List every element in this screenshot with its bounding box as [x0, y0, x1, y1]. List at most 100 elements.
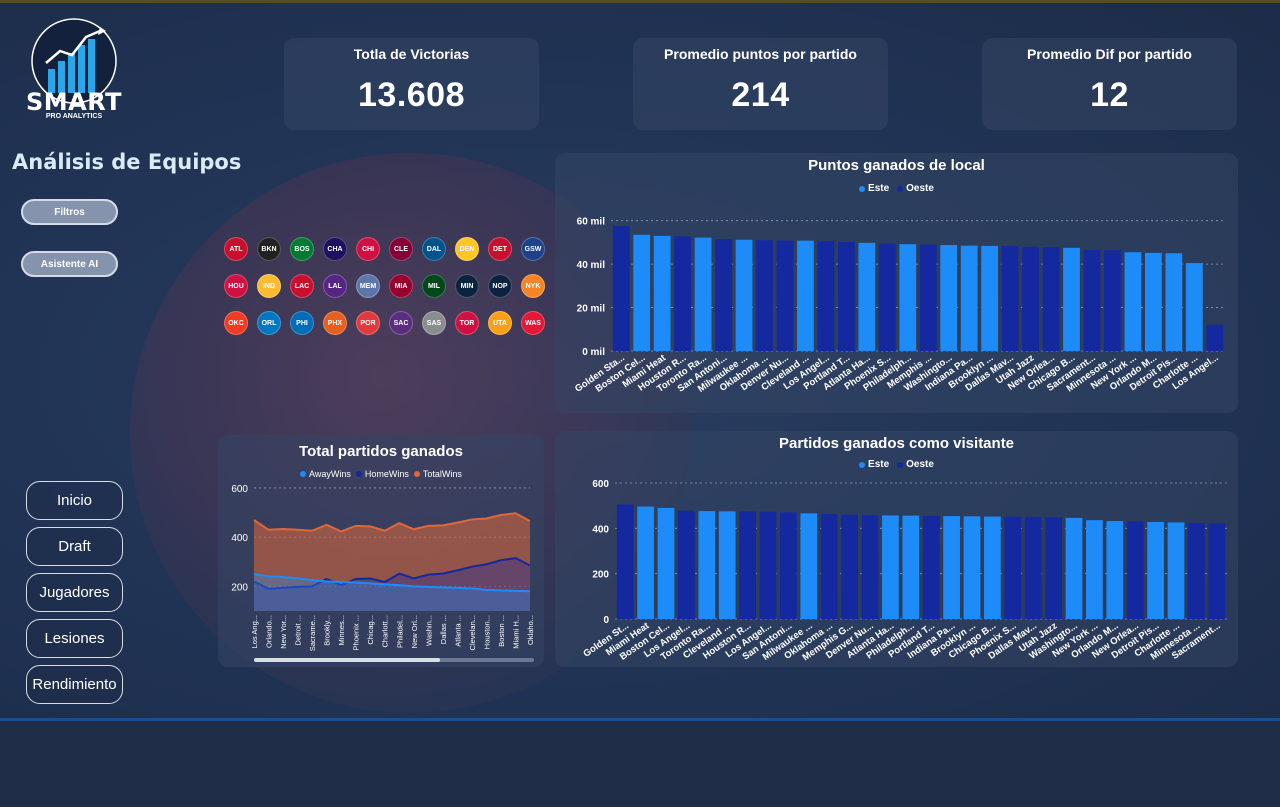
bar [715, 239, 732, 351]
bar [1206, 324, 1224, 351]
home-points-chart-card: Puntos ganados de local Este Oeste 0 mil 2… [555, 153, 1238, 413]
nav-inicio-button[interactable]: Inicio [26, 481, 123, 520]
x-tick-label: New Yor... [279, 615, 288, 649]
bar [735, 239, 753, 351]
team-logo-uta-icon[interactable]: UTA [488, 311, 512, 335]
x-tick-label: Brookly... [323, 615, 332, 646]
bar [776, 240, 794, 351]
kpi-value: 12 [1090, 76, 1129, 114]
x-tick-label: Minnes... [337, 615, 346, 645]
nav-jugadores-button[interactable]: Jugadores [26, 573, 123, 612]
bar [1185, 263, 1203, 351]
total-wins-area-chart: 200 400 600 Los Ang... Orlando... New Yor... D… [231, 484, 535, 662]
bar [1104, 250, 1121, 351]
bar [694, 237, 712, 351]
bar [963, 516, 981, 619]
team-logo-tor-icon[interactable]: TOR [455, 311, 479, 335]
bar [837, 241, 855, 351]
home-points-bar-chart: 0 mil20 mil40 mil60 milGolden Sta...Bost… [573, 217, 1225, 395]
team-logo-por-icon[interactable]: POR [356, 311, 380, 335]
x-tick-label: Clevelan... [468, 615, 477, 650]
team-logo-cha-icon[interactable]: CHA [323, 237, 347, 261]
y-tick-label: 600 [231, 484, 248, 495]
nav-draft-button[interactable]: Draft [26, 527, 123, 566]
team-logo-phx-icon[interactable]: PHX [323, 311, 347, 335]
bar [1188, 522, 1205, 619]
bar [653, 235, 671, 351]
bar [1086, 520, 1103, 619]
scrollbar-thumb [254, 658, 440, 662]
away-wins-bar-chart: 0200400600Golden St...Miami HeatBoston C… [581, 479, 1227, 663]
bar [1022, 246, 1039, 351]
team-logo-ind-icon[interactable]: IND [257, 274, 281, 298]
team-logo-den-icon[interactable]: DEN [455, 237, 479, 261]
filters-button[interactable]: Filtros [21, 199, 118, 225]
team-logo-sas-icon[interactable]: SAS [422, 311, 446, 335]
y-tick-label: 0 mil [582, 347, 605, 358]
page-title: Análisis de Equipos [12, 150, 242, 174]
team-logo-hou-icon[interactable]: HOU [224, 274, 248, 298]
team-logo-gsw-icon[interactable]: GSW [521, 237, 545, 261]
team-logo-det-icon[interactable]: DET [488, 237, 512, 261]
y-tick-label: 200 [231, 582, 248, 593]
bar [759, 511, 777, 619]
x-tick-label: Sacrame... [308, 615, 317, 651]
bar [984, 516, 1001, 619]
x-tick-label: Houston... [482, 615, 491, 649]
bar [674, 236, 692, 351]
team-logo-okc-icon[interactable]: OKC [224, 311, 248, 335]
team-logo-mem-icon[interactable]: MEM [356, 274, 380, 298]
bar [1024, 517, 1042, 619]
x-tick-label: Atlanta ... [453, 615, 462, 647]
team-logo-cle-icon[interactable]: CLE [389, 237, 413, 261]
team-logo-chi-icon[interactable]: CHI [356, 237, 380, 261]
bar [1042, 247, 1060, 351]
y-tick-label: 0 [603, 615, 609, 626]
team-logo-atl-icon[interactable]: ATL [224, 237, 248, 261]
x-tick-label: Detroit ... [294, 615, 303, 645]
bar [739, 511, 756, 619]
bar [718, 511, 736, 619]
team-logo-min-icon[interactable]: MIN [455, 274, 479, 298]
team-logo-lac-icon[interactable]: LAC [290, 274, 314, 298]
bar [616, 504, 634, 619]
x-tick-label: Miami H... [511, 615, 520, 649]
team-logo-bos-icon[interactable]: BOS [290, 237, 314, 261]
brand-subtitle: PRO ANALYTICS [45, 113, 103, 120]
bar [637, 506, 654, 619]
team-logo-was-icon[interactable]: WAS [521, 311, 545, 335]
x-tick-label: New Orl... [410, 615, 419, 648]
team-logo-mia-icon[interactable]: MIA [389, 274, 413, 298]
bar [820, 514, 838, 619]
team-logo-dal-icon[interactable]: DAL [422, 237, 446, 261]
nav-lesiones-button[interactable]: Lesiones [26, 619, 123, 658]
x-tick-label: Orlando... [265, 615, 274, 648]
bar [899, 244, 917, 351]
bar [1167, 522, 1185, 619]
y-tick-label: 20 mil [577, 304, 606, 315]
bar [1083, 250, 1101, 351]
bar [1045, 517, 1062, 619]
team-logo-lal-icon[interactable]: LAL [323, 274, 347, 298]
bar [800, 513, 818, 619]
team-logo-orl-icon[interactable]: ORL [257, 311, 281, 335]
bar [1063, 247, 1080, 351]
bar [780, 512, 797, 619]
nav-rendimiento-button[interactable]: Rendimiento [26, 665, 123, 704]
team-logo-bkn-icon[interactable]: BKN [257, 237, 281, 261]
team-logo-nop-icon[interactable]: NOP [488, 274, 512, 298]
team-logo-nyk-icon[interactable]: NYK [521, 274, 545, 298]
bar [960, 245, 978, 351]
bar [919, 244, 937, 351]
team-logo-phi-icon[interactable]: PHI [290, 311, 314, 335]
x-tick-label: Chicag... [366, 615, 375, 645]
y-tick-label: 60 mil [577, 217, 606, 228]
x-tick-label: Dallas ... [439, 615, 448, 644]
bar [981, 245, 999, 351]
team-logo-mil-icon[interactable]: MIL [422, 274, 446, 298]
bar [861, 515, 879, 619]
bar [922, 515, 940, 619]
team-logo-sac-icon[interactable]: SAC [389, 311, 413, 335]
ai-assistant-button[interactable]: Asistente AI [21, 251, 118, 277]
y-tick-label: 40 mil [577, 260, 606, 271]
